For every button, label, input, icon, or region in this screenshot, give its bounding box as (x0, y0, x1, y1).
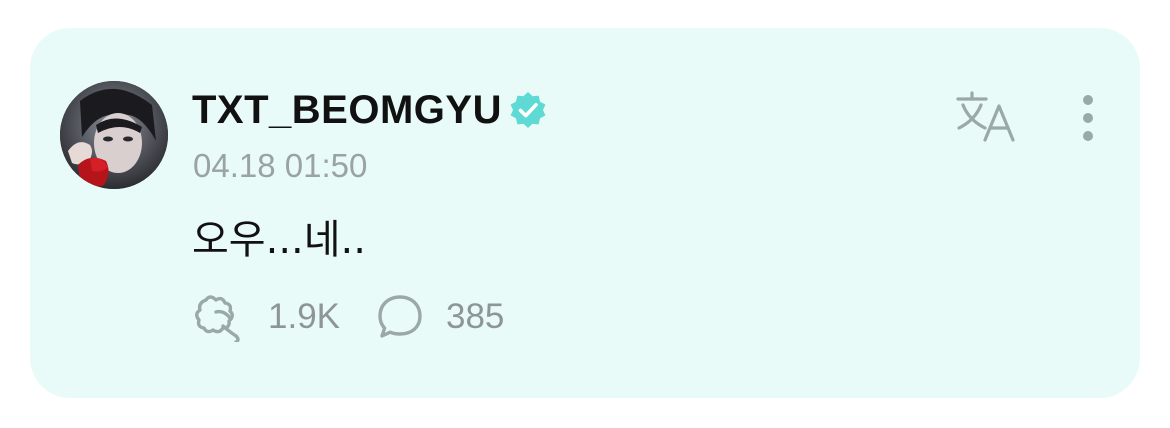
post-timestamp: 04.18 01:50 (193, 147, 368, 184)
post-actions: 1.9K 385 (192, 292, 504, 342)
comment-button[interactable]: 385 (376, 293, 504, 341)
comment-bubble-icon (378, 295, 422, 338)
post-text: 오우...네.. (192, 217, 366, 263)
author-row: TXT_BEOMGYU (192, 88, 548, 132)
reaction-count: 1.9K (268, 297, 340, 336)
translate-icon (956, 91, 1015, 142)
avatar[interactable] (60, 81, 168, 189)
verified-badge-icon (510, 92, 546, 128)
post-card[interactable]: TXT_BEOMGYU 04.18 01:50 오우...네.. 1.9K 38… (30, 28, 1140, 398)
more-vertical-icon (1083, 95, 1093, 141)
translate-button[interactable] (955, 90, 1019, 146)
cheer-reaction-icon (195, 295, 240, 342)
more-options-button[interactable] (1070, 92, 1106, 148)
reaction-button[interactable]: 1.9K (192, 292, 340, 342)
comment-count: 385 (446, 297, 505, 336)
avatar-image (60, 81, 168, 189)
author-name[interactable]: TXT_BEOMGYU (192, 88, 502, 132)
